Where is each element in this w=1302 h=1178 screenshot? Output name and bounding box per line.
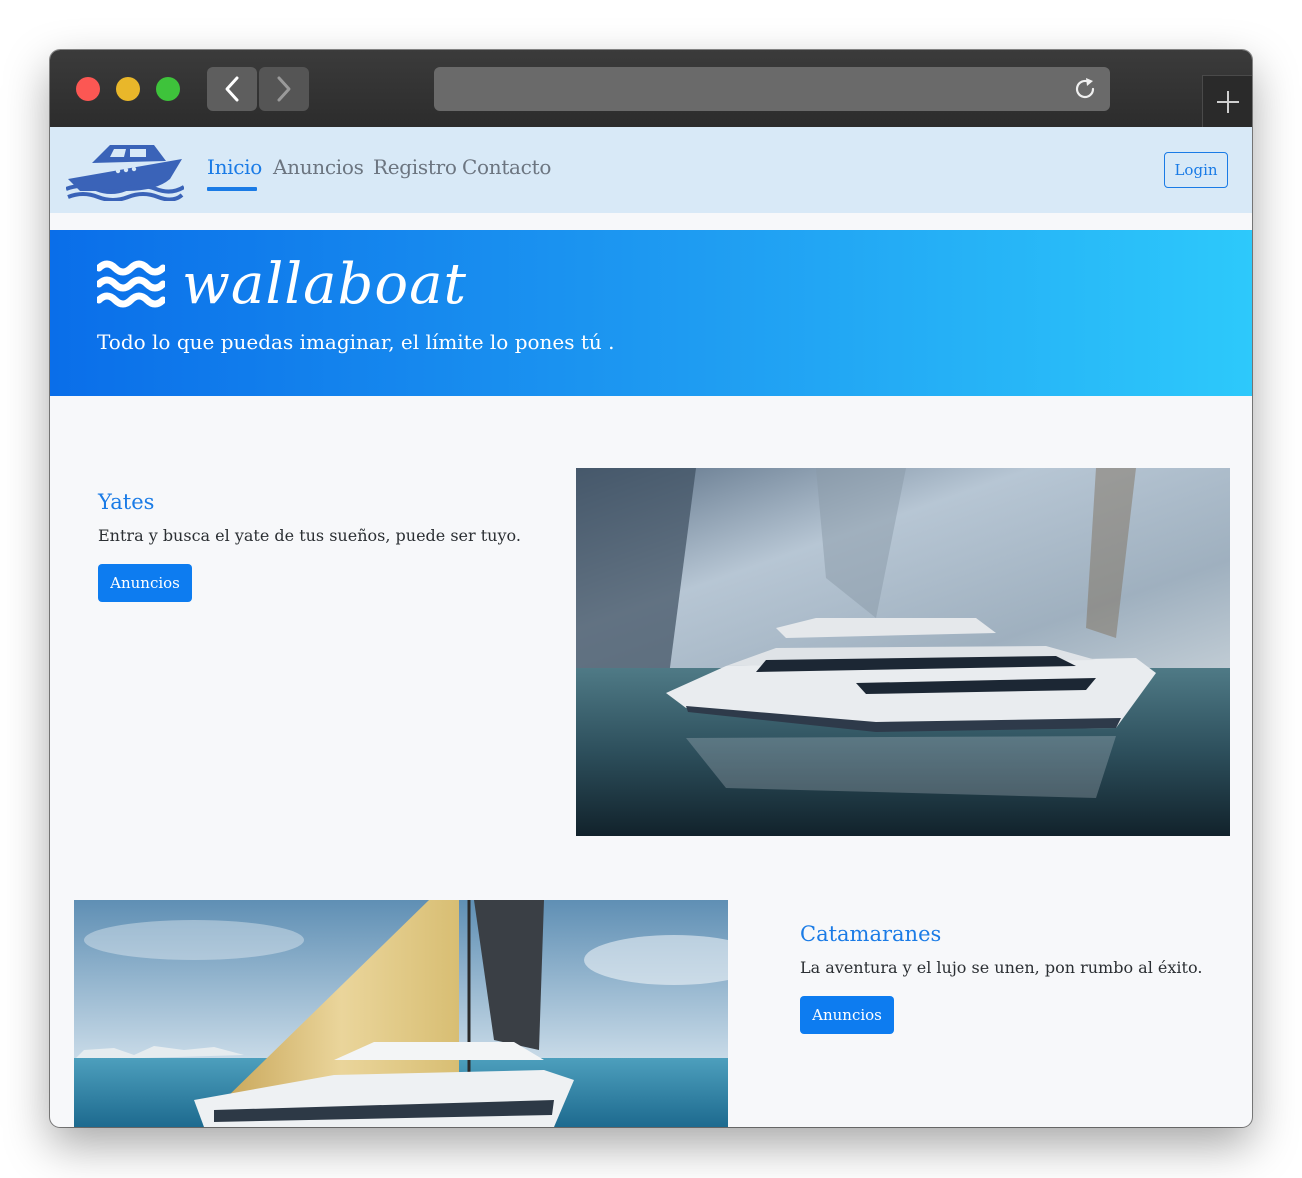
site-navbar: Inicio Anuncios Registro Contacto Login [50,127,1252,213]
address-bar[interactable] [434,67,1110,111]
close-window-button[interactable] [76,77,100,101]
active-nav-indicator [207,187,257,191]
nav-item-contacto[interactable]: Contacto [462,155,551,179]
minimize-window-button[interactable] [116,77,140,101]
boat-logo-icon[interactable] [66,139,184,201]
hero-banner: wallaboat Todo lo que puedas imaginar, e… [50,230,1252,396]
back-button[interactable] [207,67,257,111]
browser-titlebar [50,50,1252,128]
yates-anuncios-button[interactable]: Anuncios [98,564,192,602]
maximize-window-button[interactable] [156,77,180,101]
section-description-yates: Entra y busca el yate de tus sueños, pue… [98,526,521,545]
login-button[interactable]: Login [1164,152,1228,188]
section-description-catamaranes: La aventura y el lujo se unen, pon rumbo… [800,958,1203,977]
nav-item-anuncios[interactable]: Anuncios [273,155,364,179]
nav-item-inicio[interactable]: Inicio [207,155,262,179]
catamaranes-anuncios-button[interactable]: Anuncios [800,996,894,1034]
chevron-left-icon [225,76,239,102]
plus-icon [1217,91,1239,113]
chevron-right-icon [277,76,291,102]
section-title-yates: Yates [98,490,155,514]
waves-icon [97,260,165,308]
forward-button[interactable] [259,67,309,111]
catamaran-photo [74,900,728,1127]
yacht-photo [576,468,1230,836]
section-title-catamaranes: Catamaranes [800,922,942,946]
brand-title: wallaboat [182,252,467,317]
hero-tagline: Todo lo que puedas imaginar, el límite l… [97,330,615,354]
reload-icon[interactable] [1072,76,1098,102]
new-tab-button[interactable] [1202,75,1252,128]
nav-item-registro[interactable]: Registro [373,155,457,179]
browser-window: Inicio Anuncios Registro Contacto Login … [50,50,1252,1127]
